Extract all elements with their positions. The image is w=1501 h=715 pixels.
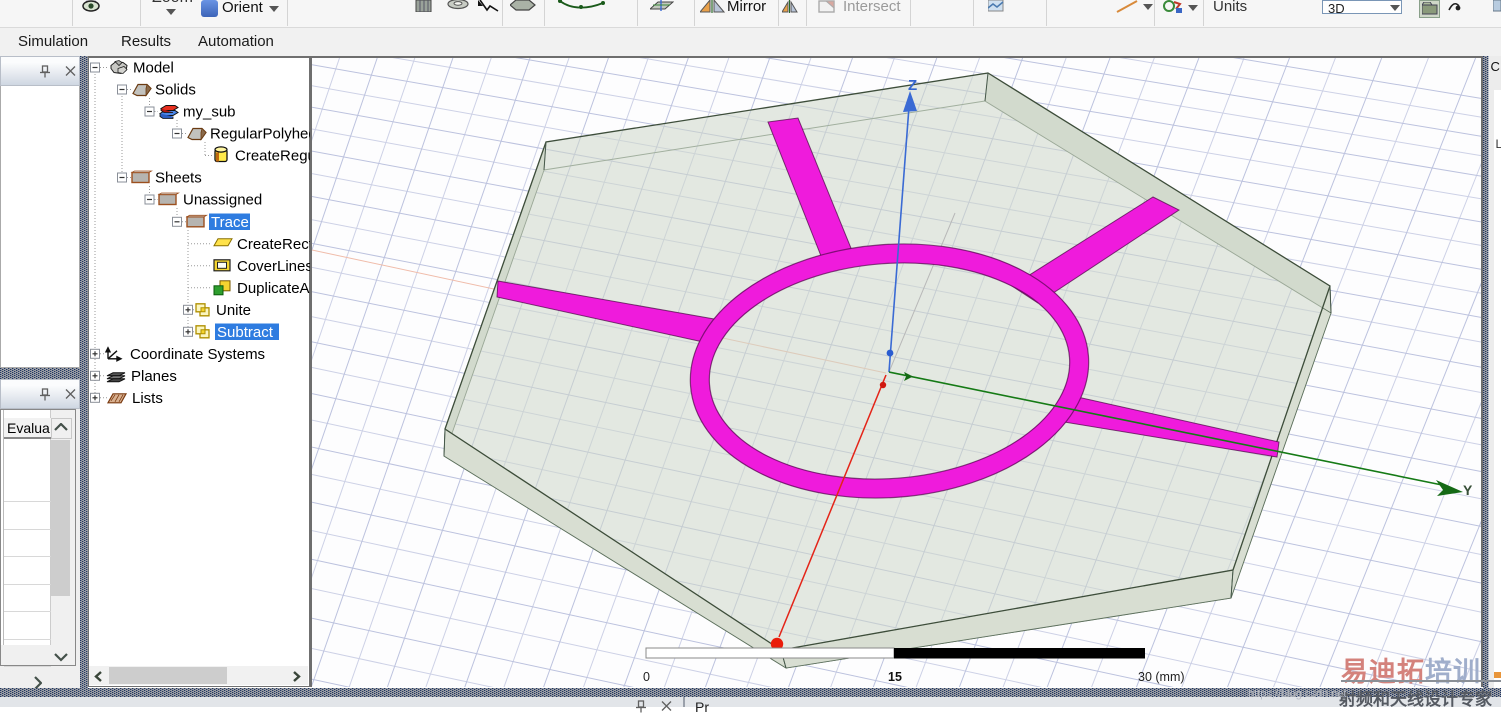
svg-text:CoverLines: CoverLines [237,258,311,275]
svg-text:CreateRegularP: CreateRegularP [235,148,311,165]
svg-text:Z: Z [908,77,917,94]
svg-text:Unite: Unite [216,302,251,319]
svg-text:30 (mm): 30 (mm) [1138,670,1185,684]
svg-text:Subtract: Subtract [217,324,274,341]
svg-text:DuplicateArou: DuplicateArou [237,280,311,297]
svg-text:Model: Model [133,60,174,77]
svg-text:15: 15 [888,670,902,684]
svg-text:my_sub: my_sub [183,104,236,121]
svg-text:Coordinate Systems: Coordinate Systems [130,346,265,363]
svg-text:RegularPolyhed: RegularPolyhed [210,126,311,143]
svg-text:CreateRectangl: CreateRectangl [237,236,311,253]
svg-text:Y: Y [1463,482,1473,498]
svg-text:Solids: Solids [155,82,196,99]
svg-text:Trace: Trace [211,214,249,231]
svg-text:Lists: Lists [132,390,163,407]
svg-text:Unassigned: Unassigned [183,192,262,209]
svg-text:Sheets: Sheets [155,170,202,187]
svg-text:Planes: Planes [131,368,177,385]
svg-text:0: 0 [643,670,650,684]
